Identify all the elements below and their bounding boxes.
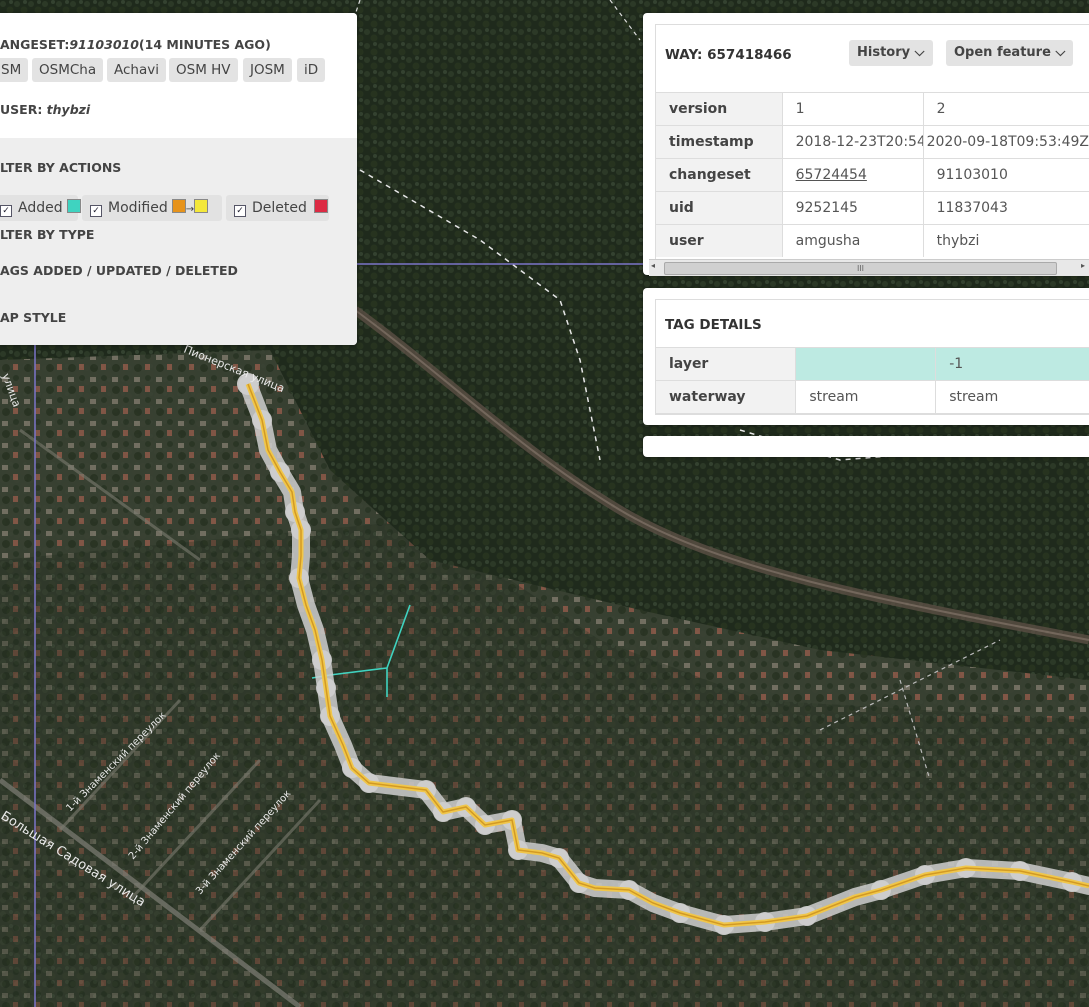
checkbox-icon[interactable]: ✓: [0, 205, 12, 217]
table-cell: 11837043: [923, 191, 1089, 225]
table-key: layer: [656, 347, 797, 381]
way-title: WAY: 657418466: [665, 47, 792, 63]
changeset-panel: ANGESET:91103010(14 MINUTES AGO) SM OSMC…: [0, 13, 357, 345]
modified-from-swatch: [171, 199, 186, 213]
table-cell: amgusha: [782, 224, 924, 257]
deleted-color-swatch: [313, 199, 328, 213]
filter-modified-checkbox[interactable]: ✓ Modified →: [82, 195, 222, 221]
added-color-swatch: [66, 199, 81, 213]
link-osmcha-button[interactable]: OSMCha: [32, 58, 104, 82]
table-cell: stream: [795, 380, 937, 414]
table-key: changeset: [656, 158, 783, 192]
tags-changes-title[interactable]: AGS ADDED / UPDATED / DELETED: [0, 263, 238, 278]
table-key: timestamp: [656, 125, 783, 159]
way-details-panel: WAY: 657418466 History ⌵ Open feature ⌵ …: [643, 13, 1089, 276]
table-cell: 1: [782, 92, 924, 126]
filter-actions-title[interactable]: LTER BY ACTIONS: [0, 160, 121, 175]
table-cell: 2020-09-18T09:53:49Z: [923, 125, 1089, 159]
filter-type-title[interactable]: LTER BY TYPE: [0, 227, 94, 242]
table-cell: thybzi: [923, 224, 1089, 257]
user-name[interactable]: thybzi: [47, 102, 91, 117]
table-row: waterway stream stream: [656, 380, 1089, 414]
tag-details-title: TAG DETAILS: [665, 317, 762, 333]
changeset-id[interactable]: 91103010: [69, 37, 139, 52]
table-row: timestamp 2018-12-23T20:54:09Z 2020-09-1…: [656, 125, 1089, 159]
link-josm-button[interactable]: JOSM: [243, 58, 292, 82]
scroll-right-icon[interactable]: ▸: [1081, 261, 1085, 270]
changeset-header: ANGESET:91103010(14 MINUTES AGO): [0, 37, 271, 52]
link-osm-button[interactable]: SM: [0, 58, 29, 82]
link-id-button[interactable]: iD: [297, 58, 326, 82]
table-cell: stream: [935, 380, 1089, 414]
table-key: version: [656, 92, 783, 126]
link-osmhv-button[interactable]: OSM HV: [169, 58, 238, 82]
table-cell: [795, 347, 937, 381]
table-cell: 91103010: [923, 158, 1089, 192]
table-cell: -1: [935, 347, 1089, 381]
scrollbar-thumb[interactable]: III: [664, 262, 1057, 275]
changeset-link[interactable]: 65724454: [782, 158, 924, 192]
filter-added-checkbox[interactable]: ✓ Added: [0, 195, 81, 221]
checkbox-icon[interactable]: ✓: [90, 205, 102, 217]
table-key: uid: [656, 191, 783, 225]
table-cell: 2018-12-23T20:54:09Z: [782, 125, 924, 159]
history-dropdown[interactable]: History ⌵: [849, 40, 933, 66]
table-row: changeset 65724454 91103010: [656, 158, 1089, 192]
horizontal-scrollbar[interactable]: ◂ III ▸: [649, 259, 1089, 276]
chevron-down-icon: ⌵: [1055, 45, 1066, 60]
table-cell: 9252145: [782, 191, 924, 225]
table-row: layer -1: [656, 347, 1089, 381]
way-history-table: version 1 2 timestamp 2018-12-23T20:54:0…: [656, 92, 1089, 257]
tag-details-box: TAG DETAILS layer -1 waterway stream str…: [655, 299, 1089, 415]
empty-panel: [643, 436, 1089, 457]
open-feature-dropdown[interactable]: Open feature ⌵: [946, 40, 1074, 66]
tag-details-panel: TAG DETAILS layer -1 waterway stream str…: [643, 288, 1089, 425]
table-row: version 1 2: [656, 92, 1089, 126]
way-details-box: WAY: 657418466 History ⌵ Open feature ⌵ …: [655, 24, 1089, 262]
table-key: user: [656, 224, 783, 257]
modified-to-swatch: [194, 199, 209, 213]
link-achavi-button[interactable]: Achavi: [107, 58, 166, 82]
chevron-down-icon: ⌵: [914, 45, 925, 60]
table-row: uid 9252145 11837043: [656, 191, 1089, 225]
checkbox-icon[interactable]: ✓: [234, 205, 246, 217]
user-line: USER: thybzi: [0, 102, 91, 117]
table-row: user amgusha thybzi: [656, 224, 1089, 257]
table-cell: 2: [923, 92, 1089, 126]
table-key: waterway: [656, 380, 797, 414]
tag-details-table: layer -1 waterway stream stream: [656, 347, 1089, 414]
filter-deleted-checkbox[interactable]: ✓ Deleted: [226, 195, 329, 221]
scroll-left-icon[interactable]: ◂: [651, 261, 655, 270]
map-style-title[interactable]: AP STYLE: [0, 310, 66, 325]
